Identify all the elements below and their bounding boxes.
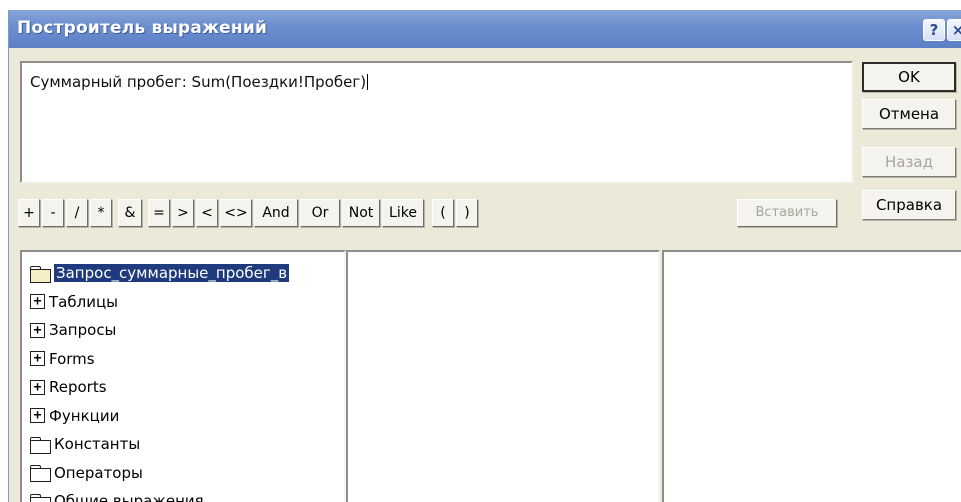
cancel-button[interactable]: Отмена <box>862 99 956 129</box>
operator-button-equals[interactable]: = <box>148 199 170 227</box>
expression-input[interactable]: Суммарный пробег: Sum(Поездки!Пробег) <box>20 61 853 183</box>
expand-plus-icon[interactable]: + <box>30 322 45 338</box>
values-list-pane[interactable] <box>662 250 961 502</box>
window-title: Построитель выражений <box>17 18 268 38</box>
operator-button-minus[interactable]: - <box>42 199 64 227</box>
back-button[interactable]: Назад <box>862 147 956 177</box>
tree-item[interactable]: Запрос_суммарные_пробег_в <box>30 260 290 286</box>
tree-item[interactable]: + Таблицы <box>30 289 118 315</box>
operator-button-like[interactable]: Like <box>382 199 424 227</box>
tree-item-label: Запрос_суммарные_пробег_в <box>54 264 290 282</box>
operator-button-ampersand[interactable]: & <box>118 199 142 227</box>
tree-item-label: Функции <box>49 406 120 425</box>
tree-item[interactable]: Константы <box>30 431 140 457</box>
expression-text: Суммарный пробег: Sum(Поездки!Пробег) <box>30 73 369 91</box>
folder-icon <box>30 493 51 502</box>
expression-builder-dialog: Построитель выражений ? × Суммарный проб… <box>8 10 961 502</box>
operator-button-multiply[interactable]: * <box>90 199 112 227</box>
title-bar[interactable]: Построитель выражений ? × <box>9 10 961 48</box>
expand-plus-icon[interactable]: + <box>30 294 45 309</box>
tree-item-label: Таблицы <box>49 292 118 311</box>
close-icon[interactable]: × <box>947 19 961 41</box>
object-tree-pane[interactable]: Запрос_суммарные_пробег_в + Таблицы + Запрос… <box>20 250 346 502</box>
operator-button-greater[interactable]: > <box>172 199 194 227</box>
tree-item[interactable]: + Функции <box>30 403 119 429</box>
tree-item-label: Общие выражения <box>54 492 204 502</box>
expand-plus-icon[interactable]: + <box>30 379 45 395</box>
tree-item-label: Forms <box>49 349 95 368</box>
ok-button[interactable]: OK <box>862 62 956 92</box>
operator-button-close-paren[interactable]: ) <box>456 199 478 227</box>
expand-plus-icon[interactable]: + <box>30 408 45 423</box>
operator-button-not-equal[interactable]: <> <box>220 199 252 227</box>
tree-item[interactable]: Операторы <box>30 460 143 486</box>
tree-item-label: Reports <box>49 378 107 396</box>
operator-button-open-paren[interactable]: ( <box>432 199 454 227</box>
operator-button-plus[interactable]: + <box>18 199 40 227</box>
tree-item-label: Операторы <box>54 463 143 482</box>
help-button[interactable]: Справка <box>862 190 956 220</box>
operator-button-or[interactable]: Or <box>300 199 340 227</box>
tree-item[interactable]: Общие выражения <box>30 488 204 502</box>
help-icon[interactable]: ? <box>923 19 945 41</box>
tree-item-label: Запросы <box>49 321 117 339</box>
text-caret <box>367 74 369 90</box>
tree-item[interactable]: + Forms <box>30 346 95 372</box>
operator-button-less[interactable]: < <box>196 199 218 227</box>
elements-list-pane[interactable] <box>346 250 660 502</box>
expand-plus-icon[interactable]: + <box>30 351 45 366</box>
tree-item-label: Константы <box>54 435 141 453</box>
folder-open-icon <box>30 265 51 283</box>
operator-button-and[interactable]: And <box>254 199 298 227</box>
tree-item[interactable]: + Reports <box>30 374 107 400</box>
insert-button[interactable]: Вставить <box>737 199 837 227</box>
folder-icon <box>30 465 51 482</box>
folder-icon <box>30 436 51 454</box>
operator-button-divide[interactable]: / <box>66 199 88 227</box>
operator-button-not[interactable]: Not <box>342 199 380 227</box>
tree-item[interactable]: + Запросы <box>30 317 116 343</box>
